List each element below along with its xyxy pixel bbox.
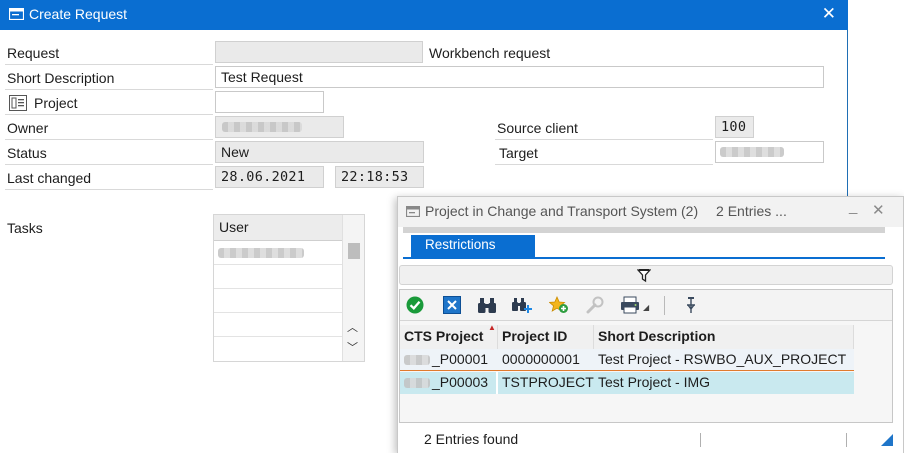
row-divider	[495, 139, 713, 140]
check-icon[interactable]	[403, 294, 427, 316]
grid-toolbar: ◢	[400, 290, 892, 321]
row-divider	[5, 114, 213, 115]
resize-grip-icon[interactable]	[880, 433, 894, 447]
tab-underline	[403, 257, 885, 259]
tasks-column-header[interactable]: User	[214, 215, 342, 241]
table-row[interactable]: _P00001 0000000001 Test Project - RSWBO_…	[400, 349, 854, 371]
toolbar-separator	[664, 296, 665, 315]
column-header-label: CTS Project	[404, 328, 484, 344]
binoculars-icon[interactable]	[475, 294, 499, 316]
sort-indicator-icon: ▲	[488, 323, 496, 332]
chevron-down-icon[interactable]: ﹀	[347, 339, 358, 355]
tasks-scrollbar[interactable]: ︿ ﹀	[342, 215, 364, 361]
popup-title-text: Project in Change and Transport System (…	[425, 203, 699, 219]
row-divider	[495, 164, 713, 165]
short-description-cell: Test Project - RSWBO_AUX_PROJECT	[598, 351, 847, 367]
status-label: Status	[7, 145, 47, 161]
restrictions-panel-edge	[403, 227, 885, 233]
project-search-popup: Project in Change and Transport System (…	[397, 196, 904, 453]
last-changed-date: 28.06.2021	[215, 166, 324, 188]
owner-field	[215, 116, 344, 138]
close-icon[interactable]: ✕	[822, 5, 836, 23]
project-input[interactable]	[215, 91, 324, 113]
results-grid: ◢ CTS Project ▲ Project ID Short Descrip…	[399, 289, 893, 423]
table-row[interactable]	[214, 241, 342, 265]
tasks-table[interactable]: User ︿ ﹀	[213, 214, 365, 362]
favorite-add-icon[interactable]	[547, 294, 571, 316]
popup-status-bar: 2 Entries found	[398, 425, 903, 453]
request-label: Request	[7, 45, 60, 61]
binoculars-plus-icon[interactable]	[510, 294, 534, 316]
cts-project-cell: _P00001	[432, 351, 489, 367]
target-label: Target	[499, 145, 538, 161]
status-message: 2 Entries found	[424, 431, 519, 447]
chevron-up-icon[interactable]: ︿	[347, 319, 358, 335]
print-icon[interactable]	[618, 294, 642, 316]
project-icon	[9, 95, 27, 111]
project-id-cell: TSTPROJECT	[502, 374, 594, 390]
row-divider	[5, 89, 213, 90]
tab-restrictions[interactable]: Restrictions	[411, 235, 535, 257]
cancel-icon[interactable]	[440, 294, 464, 316]
cell-divider	[496, 372, 498, 394]
window-icon	[406, 206, 420, 217]
column-header-project-id[interactable]: Project ID	[498, 325, 594, 349]
source-client-field: 100	[715, 116, 754, 138]
row-divider	[5, 139, 213, 140]
owner-label: Owner	[7, 120, 49, 136]
dialog-title-bar: Create Request ✕	[0, 0, 848, 30]
dropdown-triangle-icon[interactable]: ◢	[643, 303, 649, 312]
row-divider	[5, 189, 213, 190]
short-description-cell: Test Project - IMG	[598, 374, 711, 390]
source-client-label: Source client	[497, 120, 578, 136]
minimize-icon[interactable]: _	[849, 198, 857, 215]
wrench-icon[interactable]	[583, 294, 607, 316]
window-icon	[9, 8, 24, 20]
last-changed-label: Last changed	[7, 170, 92, 186]
filter-icon[interactable]	[679, 294, 703, 316]
table-row[interactable]: _P00003 TSTPROJECT Test Project - IMG	[400, 372, 854, 394]
table-row[interactable]	[214, 337, 342, 361]
column-header-cts-project[interactable]: CTS Project ▲	[400, 323, 498, 349]
request-field	[215, 41, 423, 63]
short-description-label: Short Description	[7, 70, 115, 86]
table-row[interactable]	[214, 313, 342, 337]
status-separator	[846, 433, 847, 447]
request-type-text: Workbench request	[429, 45, 551, 61]
close-icon[interactable]: ✕	[872, 201, 885, 219]
target-input[interactable]	[715, 141, 824, 163]
column-header-short-description[interactable]: Short Description	[594, 325, 854, 349]
project-label: Project	[34, 95, 78, 111]
table-row[interactable]	[214, 265, 342, 289]
cts-project-cell: _P00003	[432, 374, 489, 390]
scrollbar-thumb[interactable]	[348, 243, 360, 259]
popup-entry-count: 2 Entries ...	[716, 203, 787, 219]
popup-title: Project in Change and Transport System (…	[425, 203, 787, 219]
row-divider	[5, 64, 213, 65]
table-row[interactable]	[214, 289, 342, 313]
last-changed-time: 22:18:53	[335, 166, 424, 188]
dialog-title: Create Request	[29, 6, 128, 22]
status-field: New	[215, 141, 424, 163]
funnel-icon[interactable]	[637, 268, 651, 283]
restrictions-toggle-bar[interactable]	[399, 265, 893, 285]
tasks-label: Tasks	[7, 220, 43, 236]
popup-title-bar: Project in Change and Transport System (…	[398, 197, 903, 227]
row-divider	[5, 164, 213, 165]
short-description-input[interactable]: Test Request	[215, 66, 824, 88]
status-separator	[700, 433, 701, 447]
project-id-cell: 0000000001	[502, 351, 580, 367]
